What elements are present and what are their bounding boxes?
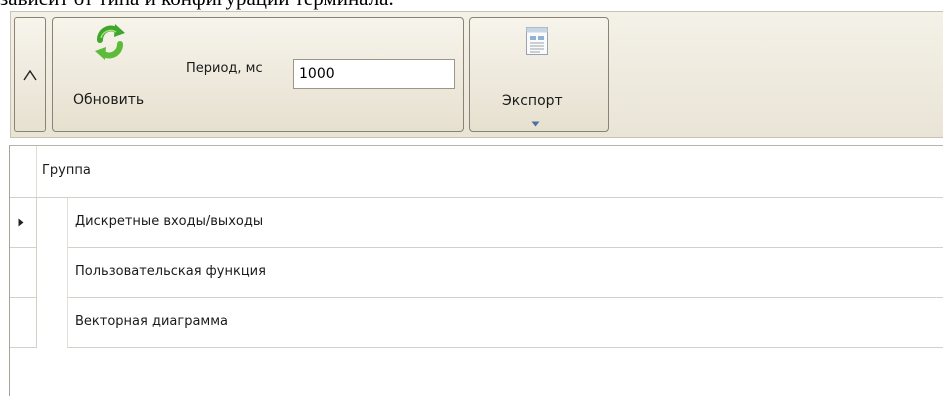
row-indicator[interactable] — [10, 248, 37, 298]
table-row[interactable]: Векторная диаграмма — [10, 298, 943, 348]
header-row-indicator — [10, 146, 37, 197]
export-button-label[interactable]: Экспорт — [502, 93, 563, 109]
row-label: Пользовательская функция — [75, 264, 266, 279]
collapse-ribbon-button[interactable] — [14, 17, 46, 132]
period-label: Период, мс — [186, 61, 263, 76]
groups-grid: Группа Дискретные входы/выходы Пользоват… — [9, 145, 943, 396]
dropdown-arrow-icon[interactable] — [531, 112, 540, 131]
refresh-icon[interactable] — [92, 23, 128, 65]
column-header-group[interactable]: Группа — [42, 163, 91, 178]
row-indicator[interactable] — [10, 298, 37, 348]
row-cell[interactable]: Пользовательская функция — [67, 248, 943, 298]
row-label: Векторная диаграмма — [75, 314, 228, 329]
row-indent — [37, 248, 67, 298]
current-row-arrow-icon — [18, 218, 24, 227]
grid-header: Группа — [10, 146, 943, 198]
period-input[interactable] — [293, 59, 455, 89]
row-indicator[interactable] — [10, 198, 37, 248]
chevron-up-icon — [23, 69, 37, 80]
row-indent — [37, 298, 67, 348]
table-row[interactable]: Дискретные входы/выходы — [10, 198, 943, 248]
refresh-button[interactable]: Обновить — [73, 92, 144, 108]
row-label: Дискретные входы/выходы — [75, 214, 264, 229]
table-row[interactable]: Пользовательская функция — [10, 248, 943, 298]
row-cell[interactable]: Векторная диаграмма — [67, 298, 943, 348]
report-document-icon — [525, 26, 549, 60]
row-indent — [37, 198, 67, 248]
row-cell[interactable]: Дискретные входы/выходы — [67, 198, 943, 248]
